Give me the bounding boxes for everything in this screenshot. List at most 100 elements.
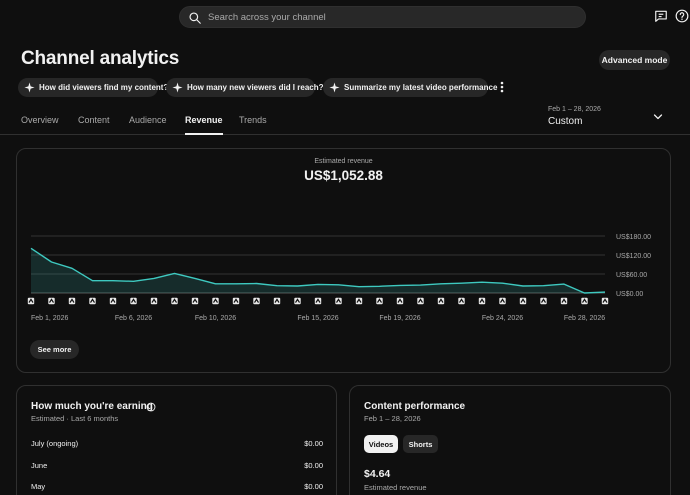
data-point[interactable] <box>91 279 94 282</box>
data-point[interactable] <box>378 285 381 288</box>
upload-marker-icon[interactable] <box>150 297 158 305</box>
upload-marker-icon[interactable] <box>48 297 55 305</box>
search-bar[interactable] <box>179 6 586 28</box>
chip-label: How did viewers find my content? <box>39 83 169 92</box>
more-options-icon[interactable] <box>496 80 508 94</box>
videos-tab-button[interactable]: Videos <box>364 435 398 453</box>
data-point[interactable] <box>111 279 114 282</box>
tab-revenue[interactable]: Revenue <box>185 115 223 135</box>
upload-marker-icon[interactable] <box>581 297 588 305</box>
data-point[interactable] <box>193 277 196 280</box>
data-point[interactable] <box>234 282 237 285</box>
upload-marker-icon[interactable] <box>273 297 281 305</box>
upload-marker-icon[interactable] <box>68 297 76 305</box>
y-tick-label: US$180.00 <box>616 234 651 241</box>
upload-marker-icon[interactable] <box>355 297 363 305</box>
upload-marker-icon[interactable] <box>519 297 527 305</box>
y-tick-label: US$120.00 <box>616 253 651 260</box>
earnings-row: July (ongoing) $0.00 <box>31 439 323 451</box>
tab-trends[interactable]: Trends <box>239 115 267 135</box>
upload-marker-icon[interactable] <box>253 297 260 305</box>
earnings-month: June <box>31 461 48 470</box>
upload-marker-icon[interactable] <box>171 297 178 305</box>
upload-marker-icon[interactable] <box>478 297 486 305</box>
upload-marker-icon[interactable] <box>212 297 219 305</box>
data-point[interactable] <box>398 284 401 287</box>
upload-marker-icon[interactable] <box>314 297 322 305</box>
content-performance-value-label: Estimated revenue <box>364 483 427 492</box>
upload-marker-icon[interactable] <box>109 297 117 305</box>
chip-viewers-find[interactable]: How did viewers find my content? <box>18 78 168 97</box>
data-point[interactable] <box>132 280 135 283</box>
help-icon[interactable] <box>675 9 689 23</box>
x-tick-label: Feb 6, 2026 <box>115 315 152 322</box>
data-point[interactable] <box>275 284 278 287</box>
tab-audience[interactable]: Audience <box>129 115 167 135</box>
upload-marker-icon[interactable] <box>437 297 445 305</box>
data-point[interactable] <box>419 283 422 286</box>
upload-marker-icon[interactable] <box>499 297 506 305</box>
upload-marker-icon[interactable] <box>130 297 137 305</box>
earnings-title: How much you're earning <box>31 401 153 412</box>
y-tick-label: US$60.00 <box>616 272 647 279</box>
info-icon[interactable] <box>146 402 156 412</box>
data-point[interactable] <box>501 282 504 285</box>
data-point[interactable] <box>70 267 73 270</box>
upload-marker-icon[interactable] <box>294 297 301 305</box>
data-point[interactable] <box>296 284 299 287</box>
x-tick-label: Feb 15, 2026 <box>297 315 338 322</box>
upload-marker-icon[interactable] <box>232 297 240 305</box>
upload-marker-icon[interactable] <box>89 297 96 305</box>
sparkle-icon <box>329 82 340 93</box>
search-input[interactable] <box>208 7 578 27</box>
data-point[interactable] <box>480 281 483 284</box>
y-tick-label: US$0.00 <box>616 291 643 298</box>
data-point[interactable] <box>214 282 217 285</box>
upload-marker-icon[interactable] <box>335 297 342 305</box>
data-point[interactable] <box>439 282 442 285</box>
search-icon <box>189 12 201 24</box>
data-point[interactable] <box>562 283 565 286</box>
date-range-text: Feb 1 – 28, 2026 <box>548 106 601 113</box>
data-point[interactable] <box>542 284 545 287</box>
x-tick-label: Feb 10, 2026 <box>195 315 236 322</box>
revenue-chart[interactable]: US$0.00 US$60.00 US$120.00 US$180.00 Feb 1, … <box>17 149 672 329</box>
see-more-button[interactable]: See more <box>30 340 79 359</box>
tab-content[interactable]: Content <box>78 115 110 135</box>
content-performance-subtitle: Feb 1 – 28, 2026 <box>364 414 421 423</box>
data-point[interactable] <box>521 284 524 287</box>
earnings-card: How much you're earning Estimated · Last… <box>16 385 337 495</box>
earnings-month: May <box>31 482 46 491</box>
chip-summarize[interactable]: Summarize my latest video performance <box>323 78 497 97</box>
tab-overview[interactable]: Overview <box>21 115 59 135</box>
content-performance-card: Content performance Feb 1 – 28, 2026 Vid… <box>349 385 671 495</box>
data-point[interactable] <box>460 282 463 285</box>
data-point[interactable] <box>583 291 586 294</box>
data-point[interactable] <box>152 277 155 280</box>
date-range-picker[interactable]: Feb 1 – 28, 2026 Custom <box>548 105 670 131</box>
data-point[interactable] <box>255 282 258 285</box>
data-point[interactable] <box>29 247 32 250</box>
upload-marker-icon[interactable] <box>601 297 609 305</box>
upload-marker-icon[interactable] <box>396 297 404 305</box>
top-bar <box>0 0 690 36</box>
feedback-icon[interactable] <box>654 9 668 23</box>
advanced-mode-button[interactable]: Advanced mode <box>599 50 670 70</box>
x-tick-label: Feb 24, 2026 <box>482 315 523 322</box>
data-point[interactable] <box>316 283 319 286</box>
upload-marker-icon[interactable] <box>540 297 547 305</box>
shorts-tab-button[interactable]: Shorts <box>403 435 438 453</box>
data-point[interactable] <box>173 272 176 275</box>
data-point[interactable] <box>357 285 360 288</box>
upload-marker-icon[interactable] <box>458 297 465 305</box>
data-point[interactable] <box>603 290 606 293</box>
upload-marker-icon[interactable] <box>191 297 199 305</box>
chip-new-viewers[interactable]: How many new viewers did I reach? <box>166 78 324 97</box>
data-point[interactable] <box>50 260 53 263</box>
upload-marker-icon[interactable] <box>27 297 35 305</box>
x-tick-label: Feb 19, 2026 <box>379 315 420 322</box>
upload-marker-icon[interactable] <box>376 297 383 305</box>
data-point[interactable] <box>337 283 340 286</box>
upload-marker-icon[interactable] <box>417 297 424 305</box>
upload-marker-icon[interactable] <box>560 297 568 305</box>
